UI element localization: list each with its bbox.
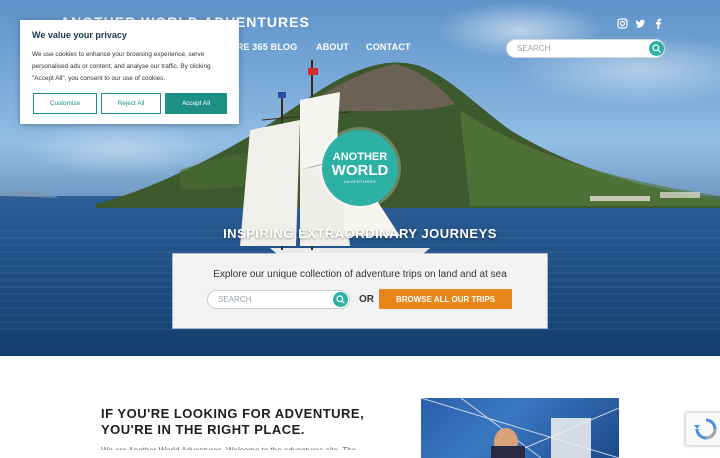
intro-photo [421, 398, 619, 458]
social-links [617, 16, 664, 29]
intro-headline-line-2: YOU'RE IN THE RIGHT PLACE. [101, 422, 305, 437]
trip-search-input[interactable] [216, 294, 330, 305]
cookie-consent-banner: We value your privacy We use cookies to … [20, 20, 239, 124]
nav-about[interactable]: ABOUT [316, 42, 349, 52]
nav-blog[interactable]: URE 365 BLOG [230, 42, 297, 52]
cookie-customize-button[interactable]: Customize [33, 93, 97, 114]
intro-headline-line-1: IF YOU'RE LOOKING FOR ADVENTURE, [101, 406, 365, 421]
instagram-icon[interactable] [617, 16, 628, 29]
rigging-photo-art [421, 398, 619, 458]
explore-panel: Explore our unique collection of adventu… [173, 254, 547, 328]
cookie-text: We use cookies to enhance your browsing … [32, 51, 211, 82]
intro-headline: IF YOU'RE LOOKING FOR ADVENTURE, YOU'RE … [101, 406, 364, 438]
header-search-input[interactable] [515, 43, 647, 54]
logo-line-2: WORLD [331, 162, 389, 179]
search-icon [336, 295, 345, 304]
hero-bottom-edge [0, 356, 720, 362]
hero-tagline: INSPIRING EXTRAORDINARY JOURNEYS [223, 226, 497, 241]
twitter-icon[interactable] [635, 16, 646, 28]
hero-logo-badge: ANOTHER WORLD ADVENTURES [322, 130, 398, 206]
intro-body: We are Another World Adventures. Welcome… [101, 446, 381, 450]
header-search [506, 39, 665, 58]
logo-line-3: ADVENTURES [343, 179, 377, 184]
browse-trips-button[interactable]: BROWSE ALL OUR TRIPS [379, 289, 512, 309]
explore-text: Explore our unique collection of adventu… [213, 269, 507, 280]
trip-search [207, 290, 350, 309]
facebook-icon[interactable] [653, 16, 664, 29]
trip-search-button[interactable] [333, 292, 348, 307]
nav-contact[interactable]: CONTACT [366, 42, 411, 52]
search-icon [652, 44, 661, 53]
cookie-title: We value your privacy [32, 30, 127, 40]
cookie-reject-button[interactable]: Reject All [101, 93, 161, 114]
recaptcha-icon [694, 418, 717, 440]
header-search-button[interactable] [649, 41, 664, 56]
recaptcha-badge[interactable] [685, 412, 720, 446]
cookie-accept-button[interactable]: Accept All [165, 93, 227, 114]
or-label: OR [359, 294, 374, 305]
